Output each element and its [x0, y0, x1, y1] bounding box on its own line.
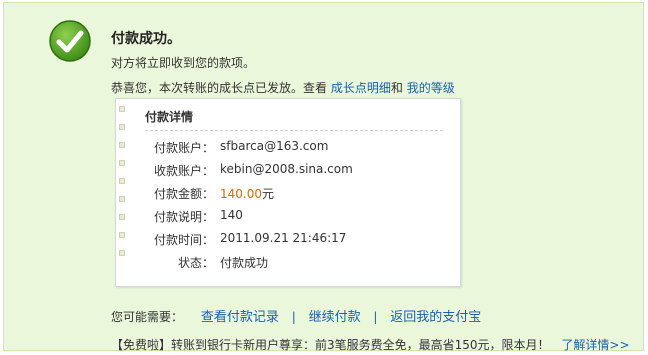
growth-points-text: 恭喜您，本次转账的成长点已发放。查看: [111, 81, 328, 95]
detail-label: 付款说明：: [153, 210, 214, 224]
detail-label: 状态：: [177, 256, 214, 270]
page-title: 付款成功。: [111, 31, 181, 47]
detail-label: 付款账户：: [153, 141, 214, 155]
detail-label: 付款时间：: [153, 233, 214, 247]
actions-lead-text: 您可能需要：: [111, 310, 184, 324]
separator: |: [373, 310, 378, 324]
promo-text: 转账到银行卡新用户尊享：前3笔服务费全免，最高省150元，限本月！: [171, 338, 550, 352]
growth-points-detail-link[interactable]: 成长点明细: [331, 81, 391, 95]
detail-row-payer: 付款账户： sfbarca@163.com: [116, 139, 462, 162]
check-circle-icon: [49, 20, 91, 62]
detail-row-status: 状态： 付款成功: [116, 254, 462, 277]
promo-tag: 【免费啦】: [111, 338, 172, 352]
detail-row-time: 付款时间： 2011.09.21 21:46:17: [116, 231, 462, 254]
learn-more-link[interactable]: 了解详情>>: [561, 338, 629, 352]
payment-time-value: 2011.09.21 21:46:17: [220, 231, 347, 245]
amount-value: 140.00元: [220, 185, 274, 202]
details-title: 付款详情: [145, 110, 194, 124]
payer-account-value: sfbarca@163.com: [220, 139, 329, 153]
growth-points-notice: 恭喜您，本次转账的成长点已发放。查看 成长点明细和 我的等级: [111, 79, 455, 96]
payment-details-card: 付款详情 付款账户： sfbarca@163.com 收款账户： kebin@2…: [115, 98, 461, 287]
status-value: 付款成功: [220, 256, 269, 270]
separator: |: [291, 310, 296, 324]
continue-payment-link[interactable]: 继续付款: [309, 310, 361, 325]
payment-note-value: 140: [220, 208, 243, 222]
detail-label: 付款金额：: [153, 187, 214, 201]
view-payment-records-link[interactable]: 查看付款记录: [201, 310, 279, 325]
status-subtitle: 对方将立即收到您的款项。: [111, 56, 256, 70]
amount-number: 140.00: [220, 187, 262, 201]
next-actions: 您可能需要： 查看付款记录 | 继续付款 | 返回我的支付宝: [111, 306, 481, 325]
detail-label: 收款账户：: [153, 164, 214, 178]
payee-account-value: kebin@2008.sina.com: [220, 162, 353, 176]
detail-row-amount: 付款金额： 140.00元: [116, 185, 462, 208]
detail-row-payee: 收款账户： kebin@2008.sina.com: [116, 162, 462, 185]
detail-row-note: 付款说明： 140: [116, 208, 462, 231]
back-to-alipay-link[interactable]: 返回我的支付宝: [390, 310, 481, 325]
amount-unit: 元: [262, 187, 275, 201]
details-list: 付款账户： sfbarca@163.com 收款账户： kebin@2008.s…: [116, 139, 462, 277]
payment-result-panel: 付款成功。 对方将立即收到您的款项。 恭喜您，本次转账的成长点已发放。查看 成长…: [3, 2, 644, 353]
promo-banner: 【免费啦】转账到银行卡新用户尊享：前3笔服务费全免，最高省150元，限本月！ 了…: [111, 336, 630, 353]
my-level-link[interactable]: 我的等级: [407, 81, 455, 95]
details-divider: [145, 130, 443, 131]
conjunction-text: 和: [390, 81, 403, 95]
